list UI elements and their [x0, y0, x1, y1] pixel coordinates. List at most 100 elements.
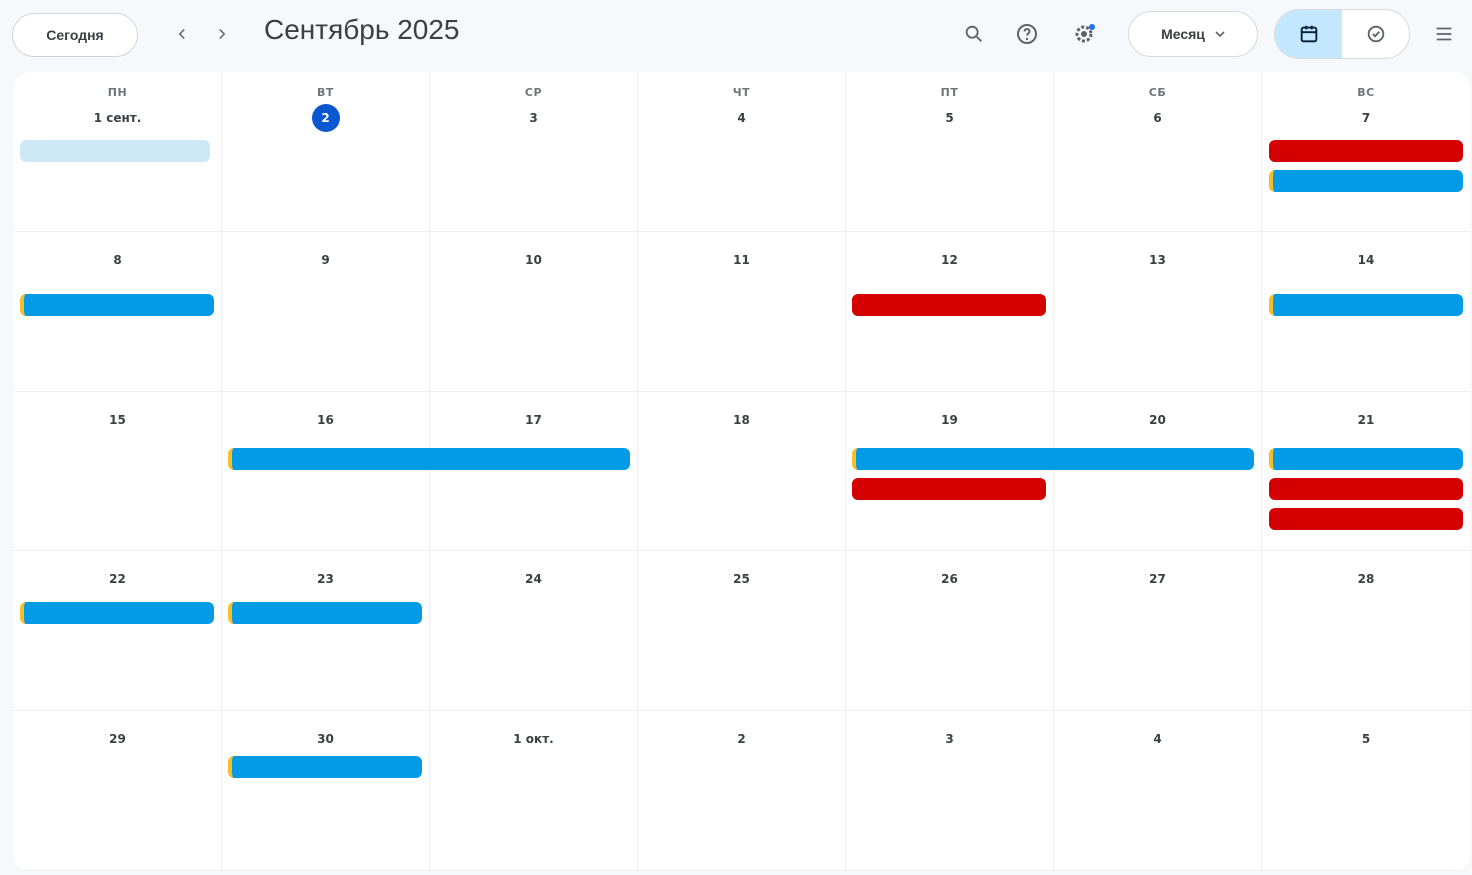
event-chip[interactable] — [1269, 170, 1463, 192]
date-number[interactable]: 1 окт. — [513, 725, 553, 753]
day-cell[interactable]: 17 — [430, 391, 638, 552]
date-number[interactable]: 15 — [104, 406, 132, 434]
calendar-view-toggle[interactable] — [1275, 10, 1342, 58]
date-number[interactable]: 26 — [936, 565, 964, 593]
date-number[interactable]: 10 — [520, 246, 548, 274]
day-cell[interactable]: ВТ 2 — [222, 72, 430, 232]
day-cell[interactable]: ПТ 5 — [846, 72, 1054, 232]
day-cell[interactable]: 22 — [14, 551, 222, 712]
day-cell[interactable]: 13 — [1054, 231, 1262, 392]
date-number[interactable]: 27 — [1144, 565, 1172, 593]
event-chip[interactable] — [20, 602, 214, 624]
day-cell[interactable]: 4 — [1054, 711, 1262, 871]
event-chip[interactable] — [852, 478, 1046, 500]
day-cell[interactable]: 9 — [222, 231, 430, 392]
date-number[interactable]: 18 — [728, 406, 756, 434]
day-cell[interactable]: СР 3 — [430, 72, 638, 232]
event-chip[interactable] — [1269, 478, 1463, 500]
tasks-view-toggle[interactable] — [1342, 10, 1409, 58]
date-number[interactable]: 9 — [312, 246, 340, 274]
menu-button[interactable] — [1424, 14, 1464, 54]
date-number[interactable]: 30 — [312, 725, 340, 753]
day-cell[interactable]: 26 — [846, 551, 1054, 712]
date-number[interactable]: 3 — [936, 725, 964, 753]
date-number[interactable]: 28 — [1352, 565, 1380, 593]
date-number[interactable]: 20 — [1144, 406, 1172, 434]
date-number[interactable]: 2 — [728, 725, 756, 753]
date-number[interactable]: 12 — [936, 246, 964, 274]
day-cell[interactable]: 1 окт. — [430, 711, 638, 871]
event-chip[interactable] — [20, 294, 214, 316]
event-chip[interactable] — [228, 602, 422, 624]
day-cell[interactable]: 24 — [430, 551, 638, 712]
day-cell[interactable]: 20 — [1054, 391, 1262, 552]
date-number[interactable]: 16 — [312, 406, 340, 434]
date-number[interactable]: 17 — [520, 406, 548, 434]
date-number[interactable]: 29 — [104, 725, 132, 753]
event-chip[interactable] — [20, 140, 210, 162]
day-cell[interactable]: 28 — [1262, 551, 1470, 712]
event-chip[interactable] — [1269, 294, 1463, 316]
today-date-number[interactable]: 2 — [311, 104, 340, 132]
next-month-button[interactable] — [206, 18, 238, 50]
date-number[interactable]: 4 — [728, 104, 756, 132]
date-number[interactable]: 5 — [936, 104, 964, 132]
day-cell[interactable]: 29 — [14, 711, 222, 871]
event-chip[interactable] — [1269, 448, 1463, 470]
settings-icon — [1075, 24, 1095, 43]
event-chip[interactable] — [228, 448, 630, 470]
help-button[interactable] — [1007, 14, 1047, 54]
day-cell[interactable]: 11 — [638, 231, 846, 392]
day-cell[interactable]: 10 — [430, 231, 638, 392]
view-selector[interactable]: Месяц — [1128, 11, 1258, 57]
date-number[interactable]: 24 — [520, 565, 548, 593]
date-number[interactable]: 5 — [1352, 725, 1380, 753]
settings-button[interactable] — [1064, 14, 1104, 54]
day-cell[interactable]: 30 — [222, 711, 430, 871]
day-cell[interactable]: 5 — [1262, 711, 1470, 871]
date-number[interactable]: 4 — [1144, 725, 1172, 753]
date-number[interactable]: 25 — [728, 565, 756, 593]
apps-grid-icon — [1436, 27, 1452, 41]
date-number[interactable]: 21 — [1352, 406, 1380, 434]
day-cell[interactable]: 25 — [638, 551, 846, 712]
day-cell[interactable]: 2 — [638, 711, 846, 871]
day-cell[interactable]: 18 — [638, 391, 846, 552]
date-number[interactable]: 1 сент. — [94, 104, 142, 132]
date-number[interactable]: 7 — [1352, 104, 1380, 132]
date-number[interactable]: 6 — [1144, 104, 1172, 132]
day-cell[interactable]: 3 — [846, 711, 1054, 871]
event-chip[interactable] — [1269, 508, 1463, 530]
day-cell[interactable]: СБ 6 — [1054, 72, 1262, 232]
chevron-right-icon — [219, 28, 226, 40]
event-chip[interactable] — [228, 756, 422, 778]
date-number[interactable]: 14 — [1352, 246, 1380, 274]
date-number[interactable]: 8 — [104, 246, 132, 274]
date-number[interactable]: 23 — [312, 565, 340, 593]
event-chip[interactable] — [852, 294, 1046, 316]
day-cell[interactable]: 19 — [846, 391, 1054, 552]
day-cell[interactable]: 15 — [14, 391, 222, 552]
date-number[interactable]: 22 — [104, 565, 132, 593]
search-button[interactable] — [954, 14, 994, 54]
today-button[interactable]: Сегодня — [12, 13, 138, 57]
previous-month-button[interactable] — [166, 18, 198, 50]
month-grid: ПН 1 сент. ВТ 2 СР 3 ЧТ 4 ПТ 5 СБ 6 ВС 7 8 9 10… — [14, 72, 1470, 871]
help-icon — [1017, 24, 1037, 44]
chevron-down-icon — [1215, 31, 1225, 38]
day-cell[interactable]: 23 — [222, 551, 430, 712]
date-number[interactable]: 13 — [1144, 246, 1172, 274]
event-chip[interactable] — [852, 448, 1254, 470]
calendar-toolbar: Сегодня Сентябрь 2025 Месяц — [0, 0, 1472, 70]
tasks-view-icon — [1367, 25, 1384, 43]
day-cell[interactable]: 27 — [1054, 551, 1262, 712]
event-chip[interactable] — [1269, 140, 1463, 162]
date-number[interactable]: 11 — [728, 246, 756, 274]
day-cell[interactable]: ЧТ 4 — [638, 72, 846, 232]
day-cell[interactable]: 16 — [222, 391, 430, 552]
date-number[interactable]: 3 — [520, 104, 548, 132]
chevron-left-icon — [178, 28, 185, 40]
date-number[interactable]: 19 — [936, 406, 964, 434]
weekday-label: СБ — [1148, 86, 1167, 99]
weekday-label: ПТ — [940, 86, 959, 99]
